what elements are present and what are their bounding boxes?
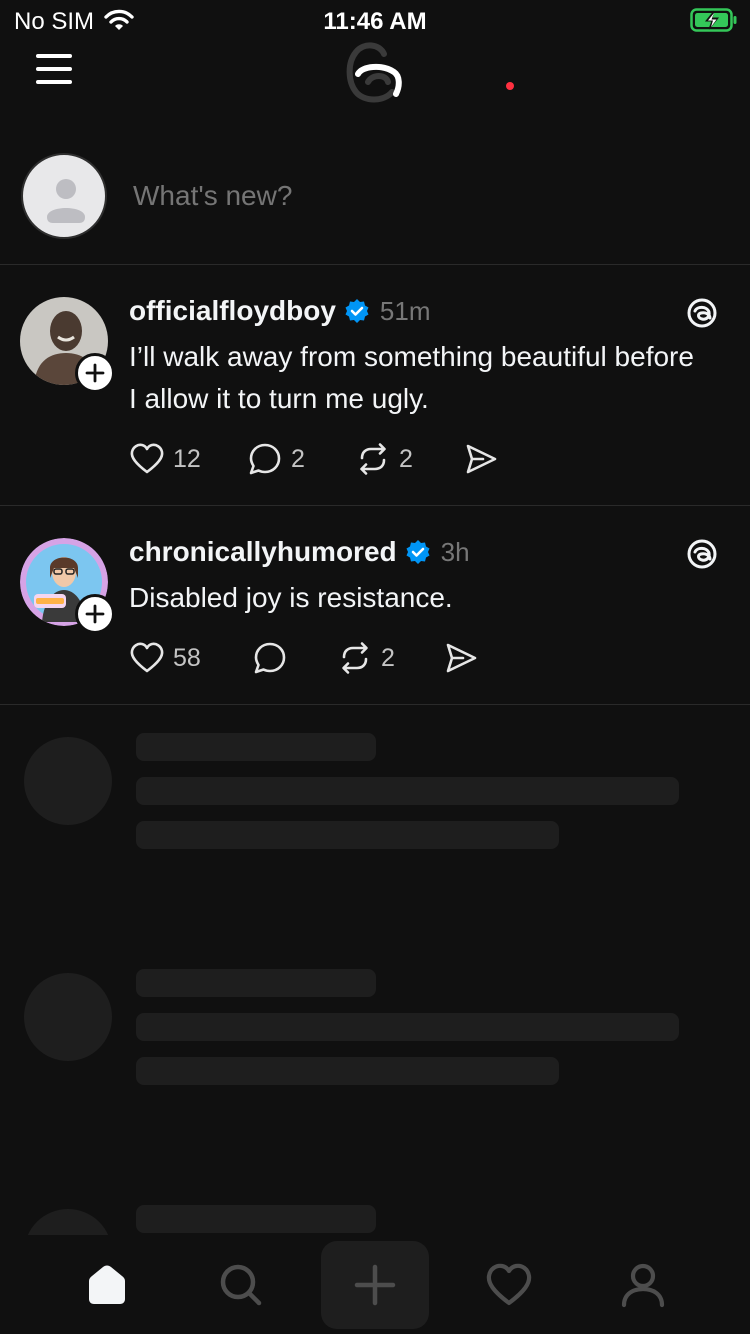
default-user-icon xyxy=(47,179,85,223)
repost-button[interactable]: 2 xyxy=(337,638,395,678)
tab-search[interactable] xyxy=(187,1241,295,1329)
tab-bar xyxy=(0,1235,750,1334)
comment-icon xyxy=(249,443,281,475)
like-count: 58 xyxy=(173,643,201,672)
send-icon xyxy=(466,444,497,474)
follow-button[interactable] xyxy=(75,353,115,393)
reply-button[interactable] xyxy=(252,638,296,678)
skeleton-line xyxy=(136,777,679,805)
notification-dot xyxy=(506,82,514,90)
clock: 11:46 AM xyxy=(323,8,427,35)
tab-compose[interactable] xyxy=(321,1241,429,1329)
menu-button[interactable] xyxy=(36,54,76,84)
skeleton-line xyxy=(136,969,376,997)
post-text: Disabled joy is resistance. xyxy=(129,582,453,613)
post[interactable]: officialfloydboy 51m I’ll walk away from… xyxy=(0,265,750,506)
verified-badge-icon xyxy=(345,299,369,323)
reply-count: 2 xyxy=(291,444,305,473)
tab-profile[interactable] xyxy=(589,1241,697,1329)
reply-button[interactable]: 2 xyxy=(247,439,305,479)
whats-new-input[interactable] xyxy=(133,180,693,212)
threads-icon[interactable] xyxy=(684,536,720,572)
profile-icon xyxy=(621,1263,665,1308)
menu-line xyxy=(36,80,72,84)
activity-icon xyxy=(486,1263,532,1306)
verified-badge-icon xyxy=(406,540,430,564)
like-button[interactable]: 58 xyxy=(129,638,201,678)
battery-charging-icon xyxy=(690,8,737,32)
skeleton-line xyxy=(136,1057,559,1085)
plus-icon xyxy=(85,604,105,624)
author-avatar-wrap xyxy=(20,297,115,393)
threads-icon[interactable] xyxy=(684,295,720,331)
menu-line xyxy=(36,67,72,71)
skeleton-line xyxy=(136,733,376,761)
post-text: I’ll walk away from something beautiful … xyxy=(129,341,694,414)
status-bar: No SIM 11:46 AM xyxy=(0,0,750,40)
repost-icon xyxy=(360,443,386,475)
skeleton-avatar xyxy=(24,737,112,825)
post[interactable]: chronicallyhumored 3h Disabled joy is re… xyxy=(0,506,750,705)
repost-icon xyxy=(342,642,368,674)
send-icon xyxy=(446,643,477,673)
repost-button[interactable]: 2 xyxy=(355,439,413,479)
post-header: chronicallyhumored 3h xyxy=(129,534,470,570)
skeleton-line xyxy=(136,821,559,849)
username[interactable]: chronicallyhumored xyxy=(129,536,397,568)
composer xyxy=(0,140,750,265)
author-avatar-wrap xyxy=(20,538,115,634)
home-icon xyxy=(89,1265,125,1304)
like-button[interactable]: 12 xyxy=(129,439,201,479)
threads-logo[interactable] xyxy=(342,36,408,106)
like-count: 12 xyxy=(173,444,201,473)
heart-icon xyxy=(130,443,164,474)
follow-button[interactable] xyxy=(75,594,115,634)
skeleton-line xyxy=(136,1013,679,1041)
comment-icon xyxy=(254,642,286,674)
post-time: 51m xyxy=(379,295,431,326)
repost-count: 2 xyxy=(381,643,395,672)
tab-activity[interactable] xyxy=(455,1241,563,1329)
repost-count: 2 xyxy=(399,444,413,473)
heart-icon xyxy=(130,642,164,673)
menu-line xyxy=(36,54,72,58)
skeleton-avatar xyxy=(24,973,112,1061)
skeleton-line xyxy=(136,1205,376,1233)
my-avatar[interactable] xyxy=(21,153,107,239)
search-icon xyxy=(220,1264,262,1306)
share-button[interactable] xyxy=(443,638,479,678)
post-header: officialfloydboy 51m xyxy=(129,293,430,329)
plus-icon xyxy=(85,363,105,383)
share-button[interactable] xyxy=(463,439,499,479)
compose-icon xyxy=(354,1264,396,1306)
tab-home[interactable] xyxy=(53,1241,161,1329)
username[interactable]: officialfloydboy xyxy=(129,295,336,327)
post-time: 3h xyxy=(440,536,470,567)
